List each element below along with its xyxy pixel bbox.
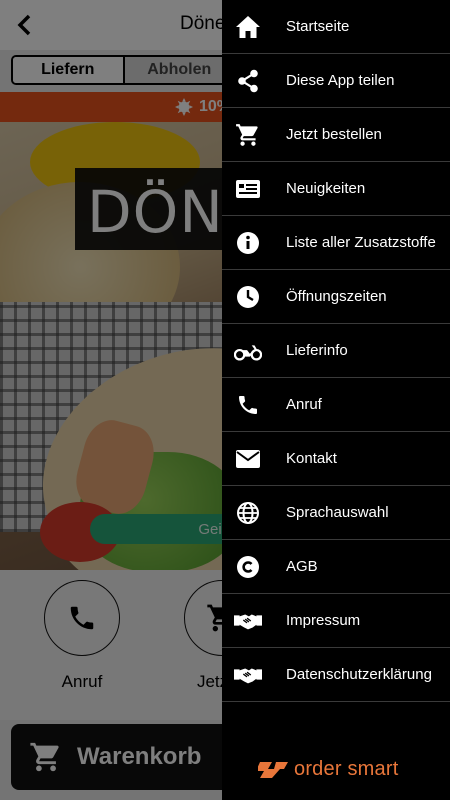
menu-item-share[interactable]: Diese App teilen bbox=[222, 54, 450, 108]
news-icon bbox=[234, 175, 262, 203]
share-icon bbox=[234, 67, 262, 95]
menu-item-label: Datenschutzerklärung bbox=[286, 666, 432, 683]
menu-item-label: Sprachauswahl bbox=[286, 504, 389, 521]
order-smart-logo: order smart bbox=[258, 758, 398, 781]
menu-item-label: Lieferinfo bbox=[286, 342, 348, 359]
menu-item-label: Öffnungszeiten bbox=[286, 288, 387, 305]
menu-item-label: Diese App teilen bbox=[286, 72, 395, 89]
menu-item-privacy[interactable]: Datenschutzerklärung bbox=[222, 648, 450, 702]
phone-icon bbox=[234, 391, 262, 419]
menu-item-news[interactable]: Neuigkeiten bbox=[222, 162, 450, 216]
info-icon bbox=[234, 229, 262, 257]
handshake-icon bbox=[234, 661, 262, 689]
copyright-icon bbox=[234, 553, 262, 581]
menu-item-label: Jetzt bestellen bbox=[286, 126, 382, 143]
menu-item-label: Kontakt bbox=[286, 450, 337, 467]
menu-item-label: Liste aller Zusatzstoffe bbox=[286, 234, 436, 251]
navigation-drawer: Startseite Diese App teilen Jetzt bestel… bbox=[222, 0, 450, 800]
menu-item-order[interactable]: Jetzt bestellen bbox=[222, 108, 450, 162]
motorbike-icon bbox=[234, 337, 262, 365]
cart-icon bbox=[234, 121, 262, 149]
menu-item-label: Impressum bbox=[286, 612, 361, 629]
menu-item-language[interactable]: Sprachauswahl bbox=[222, 486, 450, 540]
menu-item-label: AGB bbox=[286, 558, 318, 575]
menu-item-call[interactable]: Anruf bbox=[222, 378, 450, 432]
menu-item-label: Anruf bbox=[286, 396, 322, 413]
menu-item-agb[interactable]: AGB bbox=[222, 540, 450, 594]
menu-item-label: Neuigkeiten bbox=[286, 180, 366, 197]
globe-icon bbox=[234, 499, 262, 527]
order-smart-logo-icon bbox=[258, 761, 288, 778]
menu-item-label: Startseite bbox=[286, 18, 350, 35]
brand-name: order smart bbox=[294, 758, 399, 780]
handshake-icon bbox=[234, 607, 262, 635]
menu-item-imprint[interactable]: Impressum bbox=[222, 594, 450, 648]
clock-icon bbox=[234, 283, 262, 311]
menu-item-startseite[interactable]: Startseite bbox=[222, 0, 450, 54]
menu-item-contact[interactable]: Kontakt bbox=[222, 432, 450, 486]
menu-item-delivery-info[interactable]: Lieferinfo bbox=[222, 324, 450, 378]
mail-icon bbox=[234, 445, 262, 473]
menu-item-opening-hours[interactable]: Öffnungszeiten bbox=[222, 270, 450, 324]
home-icon bbox=[234, 13, 262, 41]
menu-item-additives[interactable]: Liste aller Zusatzstoffe bbox=[222, 216, 450, 270]
